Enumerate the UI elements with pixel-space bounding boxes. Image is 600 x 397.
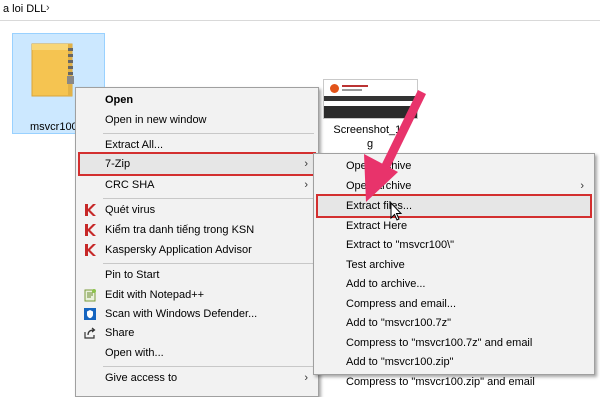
menu-item-7zip[interactable]: 7-Zip › bbox=[78, 152, 316, 176]
mouse-cursor-icon bbox=[390, 202, 403, 221]
context-menu: Open Open in new window Extract All... 7… bbox=[75, 87, 319, 397]
menu-item-open[interactable]: Open bbox=[78, 90, 316, 110]
annotation-arrow-icon bbox=[364, 90, 426, 202]
share-icon bbox=[84, 327, 96, 339]
menu-item-open-new-window[interactable]: Open in new window bbox=[78, 110, 316, 130]
submenu-item-test-archive[interactable]: Test archive bbox=[316, 255, 592, 275]
submenu-item-extract-to[interactable]: Extract to "msvcr100\" bbox=[316, 235, 592, 255]
submenu-item-add-to-archive[interactable]: Add to archive... bbox=[316, 274, 592, 294]
menu-item-give-access[interactable]: Give access to › bbox=[78, 368, 316, 388]
submenu-item-compress-7z-email[interactable]: Compress to "msvcr100.7z" and email bbox=[316, 333, 592, 353]
submenu-item-open-archive[interactable]: Open archive bbox=[316, 156, 592, 176]
menu-item-edit-notepadpp[interactable]: Edit with Notepad++ bbox=[78, 285, 316, 305]
submenu-item-open-archive-more[interactable]: Open archive › bbox=[316, 176, 592, 196]
chevron-right-icon[interactable]: › bbox=[46, 2, 50, 14]
windows-defender-icon bbox=[84, 308, 96, 320]
menu-item-open-with[interactable]: Open with... bbox=[78, 343, 316, 363]
chevron-right-icon: › bbox=[304, 372, 308, 384]
kaspersky-icon bbox=[85, 224, 96, 236]
menu-item-share[interactable]: Share bbox=[78, 323, 316, 343]
kaspersky-icon bbox=[85, 244, 96, 256]
menu-item-scan-virus[interactable]: Quét virus bbox=[78, 200, 316, 220]
zip-folder-icon bbox=[31, 43, 74, 97]
menu-item-crc-sha[interactable]: CRC SHA › bbox=[78, 175, 316, 195]
submenu-item-compress-email[interactable]: Compress and email... bbox=[316, 294, 592, 314]
kaspersky-icon bbox=[85, 204, 96, 216]
chevron-right-icon: › bbox=[304, 179, 308, 191]
menu-separator bbox=[103, 198, 314, 199]
submenu-item-extract-files[interactable]: Extract files... bbox=[316, 194, 592, 218]
menu-item-scan-defender[interactable]: Scan with Windows Defender... bbox=[78, 304, 316, 324]
menu-item-pin-to-start[interactable]: Pin to Start bbox=[78, 265, 316, 285]
logo-icon bbox=[330, 84, 339, 93]
submenu-item-add-to-7z[interactable]: Add to "msvcr100.7z" bbox=[316, 313, 592, 333]
menu-separator bbox=[103, 263, 314, 264]
submenu-item-extract-here[interactable]: Extract Here bbox=[316, 216, 592, 236]
file-name[interactable]: msvcr100 bbox=[30, 121, 78, 133]
menu-item-ksn-reputation[interactable]: Kiểm tra danh tiếng trong KSN bbox=[78, 220, 316, 240]
menu-separator bbox=[103, 133, 314, 134]
breadcrumb[interactable]: a loi DLL bbox=[3, 3, 46, 15]
submenu-item-add-to-zip[interactable]: Add to "msvcr100.zip" bbox=[316, 352, 592, 372]
menu-separator bbox=[103, 366, 314, 367]
chevron-right-icon: › bbox=[580, 180, 584, 192]
address-bar[interactable]: a loi DLL › bbox=[0, 0, 600, 21]
chevron-right-icon: › bbox=[304, 158, 308, 170]
menu-item-kaspersky-advisor[interactable]: Kaspersky Application Advisor bbox=[78, 240, 316, 260]
notepadpp-icon bbox=[84, 289, 96, 302]
submenu-7zip: Open archive Open archive › Extract file… bbox=[313, 153, 595, 388]
submenu-item-compress-zip-email[interactable]: Compress to "msvcr100.zip" and email bbox=[316, 372, 592, 392]
